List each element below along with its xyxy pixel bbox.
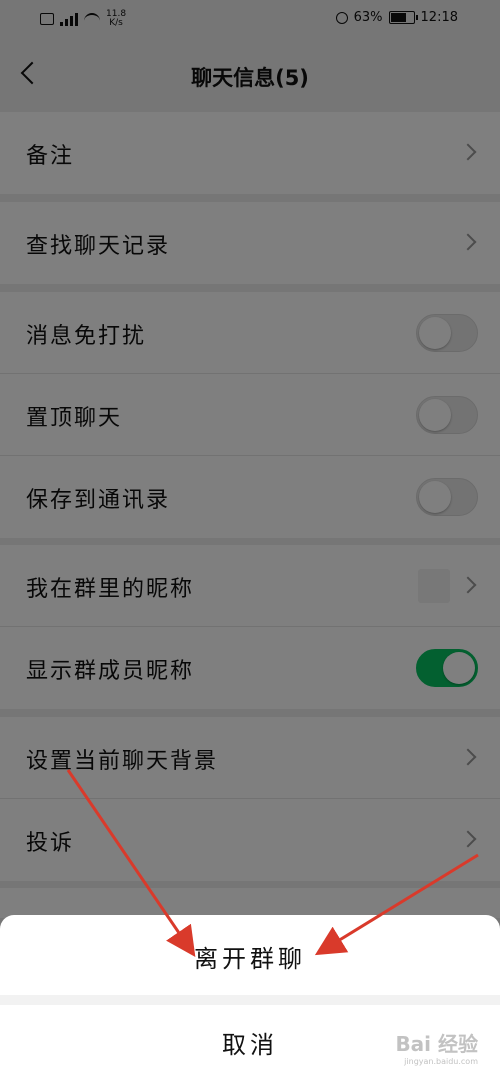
watermark-brand: Bai 经验 — [395, 1032, 478, 1056]
leave-group-label: 离开群聊 — [194, 945, 306, 973]
action-sheet: 离开群聊 取消 Bai 经验 jingyan.baidu.com — [0, 915, 500, 1084]
sheet-divider — [0, 995, 500, 1005]
cancel-label: 取消 — [222, 1031, 278, 1059]
watermark-url: jingyan.baidu.com — [404, 1057, 478, 1066]
baidu-watermark: Bai 经验 jingyan.baidu.com — [395, 1028, 478, 1066]
leave-group-button[interactable]: 离开群聊 — [0, 915, 500, 995]
